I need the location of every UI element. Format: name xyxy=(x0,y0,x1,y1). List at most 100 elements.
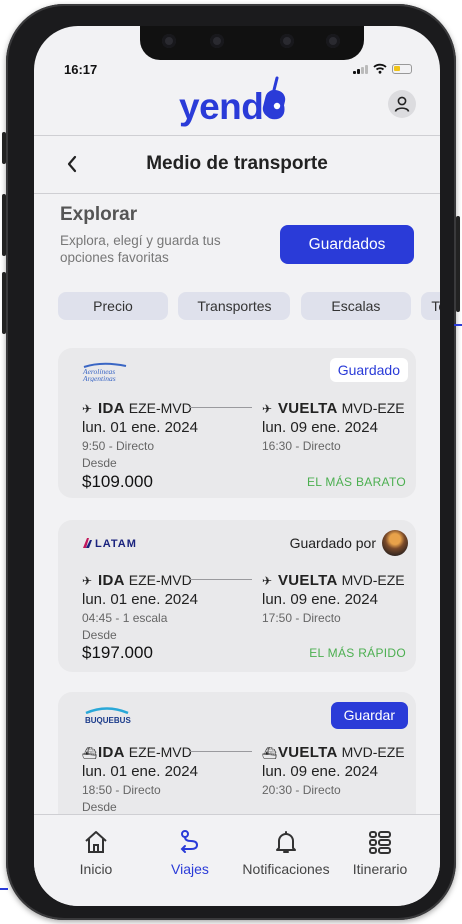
highlight-badge: EL MÁS BARATO xyxy=(306,475,406,489)
ship-icon: ⛴ xyxy=(262,746,278,760)
filter-chip-escalas[interactable]: Escalas xyxy=(300,292,411,320)
plane-icon: ✈ xyxy=(262,574,273,588)
filter-chip-transportes[interactable]: Transportes xyxy=(178,292,291,320)
latam-logo: LATAM xyxy=(82,536,146,555)
explore-subtitle: Explora, elegí y guarda tus opciones fav… xyxy=(60,233,221,265)
price-prefix: Desde xyxy=(82,800,117,814)
result-card[interactable]: Aerolíneas Argentinas Guardado ✈ IDA EZE… xyxy=(58,348,416,498)
screen: 16:17 yendo Medio de transporte Explorar… xyxy=(34,26,440,906)
edge-mark xyxy=(0,888,8,890)
price: $109.000 xyxy=(82,472,153,491)
edge-mark xyxy=(454,324,462,326)
leg-route: EZE-MVD xyxy=(128,572,192,588)
ship-icon: ⛴ xyxy=(82,746,98,760)
price-prefix: Desde xyxy=(82,628,117,642)
route-icon xyxy=(180,830,199,853)
explore-title: Explorar xyxy=(60,204,138,225)
leg-label: IDA xyxy=(98,744,125,761)
notch xyxy=(140,26,364,60)
leg-label: IDA xyxy=(98,572,125,589)
saved-by-label: Guardado por xyxy=(289,535,376,551)
app-header: yendo xyxy=(34,76,440,132)
wifi-icon xyxy=(373,63,387,74)
volume-up-button xyxy=(2,194,6,256)
outbound-leg: ✈ IDA EZE-MVD lun. 01 ene. 2024 9:50 - D… xyxy=(82,400,198,453)
return-leg: ⛴ VUELTA MVD-EZE lun. 09 ene. 2024 20:30… xyxy=(262,744,405,797)
tab-label: Itinerario xyxy=(352,861,408,877)
leg-route: MVD-EZE xyxy=(341,744,405,760)
price: $197.000 xyxy=(82,643,153,662)
leg-meta: 18:50 - Directo xyxy=(82,783,161,797)
outbound-leg: ⛴ IDA EZE-MVD lun. 01 ene. 2024 18:50 - … xyxy=(82,744,198,797)
leg-meta: 17:50 - Directo xyxy=(262,611,341,625)
tab-notificaciones[interactable]: Notificaciones xyxy=(236,829,336,877)
power-button xyxy=(456,216,460,312)
saved-button[interactable]: Guardados xyxy=(280,225,414,264)
battery-icon xyxy=(392,63,412,74)
explore-section: Explorar Explora, elegí y guarda tus opc… xyxy=(60,204,414,274)
leg-meta: 04:45 - 1 escala xyxy=(82,611,168,625)
sensor-dot xyxy=(280,34,294,48)
plane-icon: ✈ xyxy=(262,402,273,416)
leg-date: lun. 01 ene. 2024 xyxy=(82,763,198,780)
bottom-nav: Inicio Viajes Notificaciones Itinerario xyxy=(34,814,440,906)
tab-viajes[interactable]: Viajes xyxy=(140,829,240,877)
leg-meta: 20:30 - Directo xyxy=(262,783,341,797)
suitcase-icon xyxy=(262,76,286,119)
tab-label: Inicio xyxy=(79,861,113,877)
leg-connector xyxy=(190,407,252,408)
signal-icon xyxy=(353,64,368,74)
status-icons xyxy=(353,63,412,74)
leg-route: EZE-MVD xyxy=(128,400,192,416)
tab-itinerario[interactable]: Itinerario xyxy=(330,829,430,877)
outbound-leg: ✈ IDA EZE-MVD lun. 01 ene. 2024 04:45 - … xyxy=(82,572,198,625)
price-prefix: Desde xyxy=(82,456,117,470)
saved-by[interactable]: Guardado por xyxy=(290,530,408,556)
bell-icon xyxy=(276,831,296,853)
result-card[interactable]: BUQUEBUS Guardar ⛴ IDA EZE-MVD lun. 01 e… xyxy=(58,692,416,832)
save-button[interactable]: Guardar xyxy=(330,702,408,729)
tab-label: Viajes xyxy=(171,861,209,877)
buquebus-logo: BUQUEBUS xyxy=(82,706,132,731)
svg-text:BUQUEBUS: BUQUEBUS xyxy=(85,716,131,725)
airline-logo-mark: Aerolíneas Argentinas xyxy=(82,362,127,383)
leg-date: lun. 01 ene. 2024 xyxy=(82,591,198,608)
svg-text:LATAM: LATAM xyxy=(95,538,137,550)
leg-route: EZE-MVD xyxy=(128,744,192,760)
plane-icon: ✈ xyxy=(82,574,93,588)
filter-chip-todos[interactable]: To xyxy=(421,292,440,320)
buquebus-logo-mark: BUQUEBUS xyxy=(85,707,131,725)
sensor-dot xyxy=(162,34,176,48)
avatar xyxy=(382,530,408,556)
leg-connector xyxy=(190,579,252,580)
filter-chips: Precio Transportes Escalas To xyxy=(58,292,440,320)
return-leg: ✈ VUELTA MVD-EZE lun. 09 ene. 2024 17:50… xyxy=(262,572,405,625)
volume-down-button xyxy=(2,272,6,334)
camera-lens xyxy=(210,34,224,48)
user-icon xyxy=(394,96,410,112)
leg-label: VUELTA xyxy=(278,744,338,761)
leg-meta: 9:50 - Directo xyxy=(82,439,155,453)
saved-tag[interactable]: Guardado xyxy=(329,358,408,382)
home-icon xyxy=(85,831,107,853)
latam-logo-mark: LATAM xyxy=(83,538,137,550)
leg-route: MVD-EZE xyxy=(341,400,405,416)
profile-button[interactable] xyxy=(388,90,416,118)
leg-label: VUELTA xyxy=(278,572,338,589)
list-icon xyxy=(369,831,391,854)
phone-frame: 16:17 yendo Medio de transporte Explorar… xyxy=(2,4,460,920)
leg-date: lun. 09 ene. 2024 xyxy=(262,763,378,780)
tab-label: Notificaciones xyxy=(242,861,330,877)
leg-connector xyxy=(190,751,252,752)
leg-label: IDA xyxy=(98,400,125,417)
tab-inicio[interactable]: Inicio xyxy=(46,829,146,877)
result-card[interactable]: LATAM Guardado por ✈ IDA EZE-MVD lun. 01… xyxy=(58,520,416,672)
status-bar: 16:17 xyxy=(34,60,440,80)
status-time: 16:17 xyxy=(64,62,98,77)
leg-date: lun. 01 ene. 2024 xyxy=(82,419,198,436)
filter-chip-precio[interactable]: Precio xyxy=(58,292,168,320)
plane-icon: ✈ xyxy=(82,402,93,416)
leg-label: VUELTA xyxy=(278,400,338,417)
page-title: Medio de transporte xyxy=(146,153,328,174)
leg-route: MVD-EZE xyxy=(341,572,405,588)
